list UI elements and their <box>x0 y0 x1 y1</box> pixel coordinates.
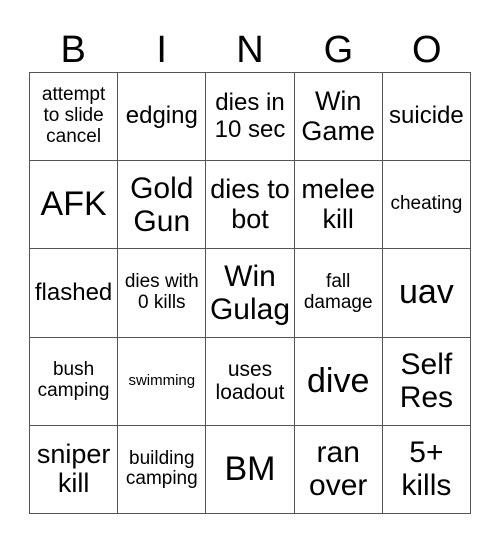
bingo-cell[interactable]: Win Game <box>294 73 383 162</box>
header-letter-b: B <box>60 29 86 71</box>
bingo-cell[interactable]: cheating <box>382 161 471 250</box>
bingo-cell[interactable]: dies with 0 kills <box>118 249 207 338</box>
bingo-cell[interactable]: Gold Gun <box>118 161 207 250</box>
bingo-cell[interactable]: flashed <box>30 249 119 338</box>
bingo-cell[interactable]: 5+ kills <box>382 425 471 514</box>
bingo-cell[interactable]: melee kill <box>294 161 383 250</box>
bingo-cell[interactable]: fall damage <box>294 249 383 338</box>
bingo-cell[interactable]: uav <box>382 249 471 338</box>
bingo-cell[interactable]: sniper kill <box>30 425 119 514</box>
bingo-cell[interactable]: uses loadout <box>206 337 295 426</box>
header-letter-g: G <box>323 29 354 71</box>
bingo-cell[interactable]: attempt to slide cancel <box>30 73 119 162</box>
bingo-cell[interactable]: AFK <box>30 161 119 250</box>
bingo-cell[interactable]: suicide <box>382 73 471 162</box>
bingo-cell[interactable]: Win Gulag <box>206 249 295 338</box>
bingo-cell[interactable]: dies in 10 sec <box>206 73 295 162</box>
bingo-grid: attempt to slide cancel edging dies in 1… <box>29 72 471 514</box>
bingo-cell[interactable]: bush camping <box>30 337 119 426</box>
bingo-header: B I N G O <box>29 28 471 72</box>
bingo-cell[interactable]: BM <box>206 425 295 514</box>
bingo-cell[interactable]: Self Res <box>382 337 471 426</box>
header-letter-n: N <box>236 29 264 71</box>
header-letter-o: O <box>412 29 442 71</box>
bingo-cell[interactable]: edging <box>118 73 207 162</box>
bingo-cell[interactable]: dive <box>294 337 383 426</box>
bingo-cell[interactable]: ran over <box>294 425 383 514</box>
bingo-cell[interactable]: building camping <box>118 425 207 514</box>
bingo-cell[interactable]: dies to bot <box>206 161 295 250</box>
bingo-cell[interactable]: swimming <box>118 337 207 426</box>
header-letter-i: I <box>156 29 167 71</box>
